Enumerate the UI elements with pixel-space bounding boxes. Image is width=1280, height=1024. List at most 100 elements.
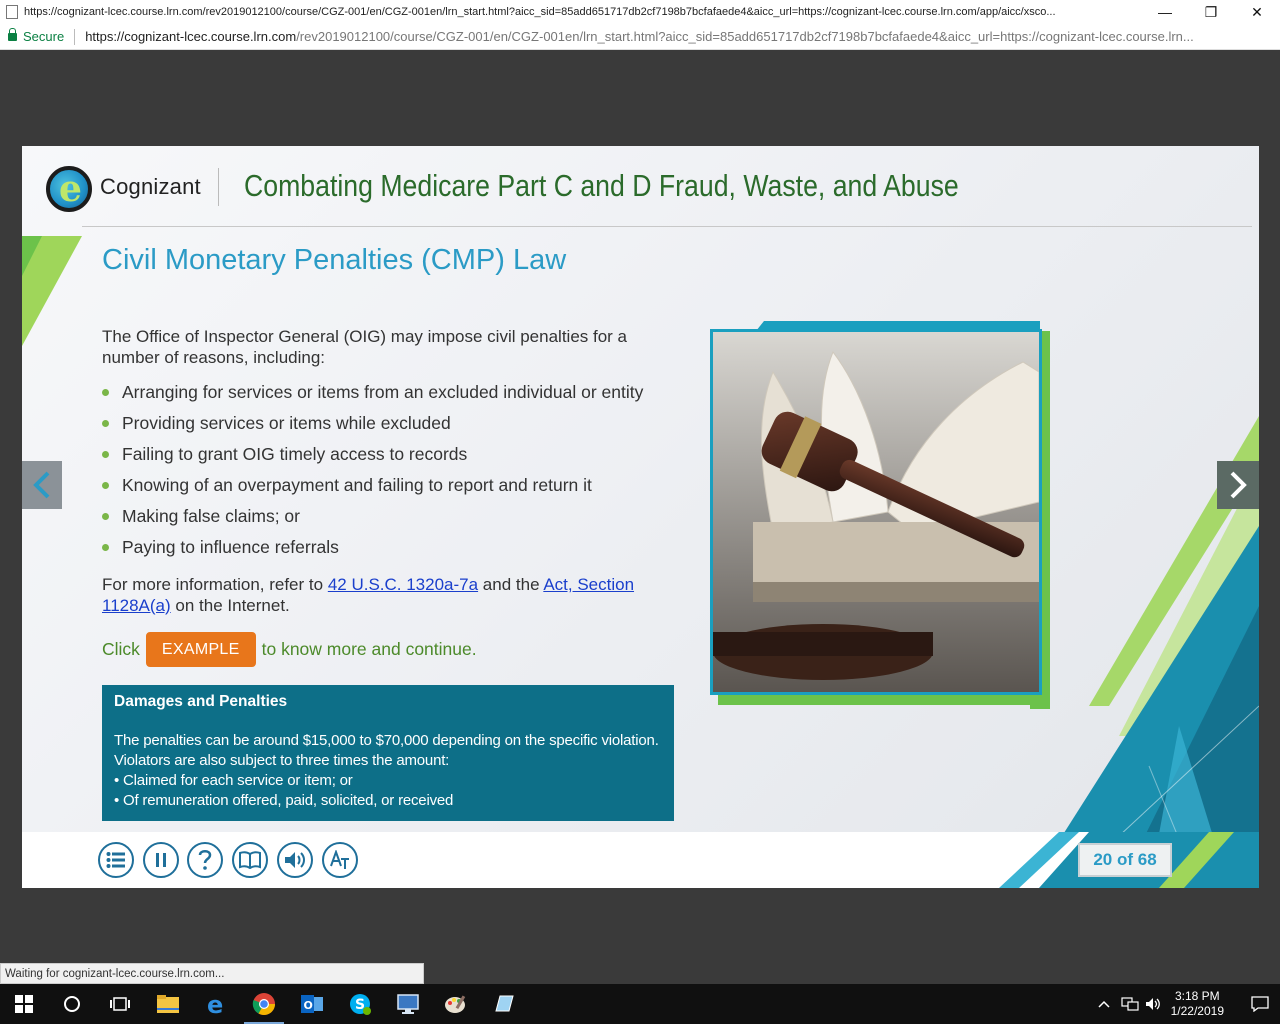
close-button[interactable]: ✕ xyxy=(1234,0,1280,24)
list-item-text: Arranging for services or items from an … xyxy=(122,382,644,402)
bullet-icon xyxy=(102,451,109,458)
bullet-icon xyxy=(102,482,109,489)
list-item: Making false claims; or xyxy=(102,501,702,532)
window-title-bar: https://cognizant-lcec.course.lrn.com/re… xyxy=(0,0,1280,24)
usc-link[interactable]: 42 U.S.C. 1320a-7a xyxy=(328,575,478,594)
list-item-text: Providing services or items while exclud… xyxy=(122,413,451,433)
chevron-up-icon[interactable] xyxy=(1097,999,1111,1009)
example-button[interactable]: EXAMPLE xyxy=(145,632,256,667)
cognizant-logo-icon: e xyxy=(46,166,92,212)
course-toolbar: 20 of 68 xyxy=(22,832,1259,888)
search-circle-icon xyxy=(64,996,80,1012)
chrome-icon xyxy=(252,993,275,1015)
skype-icon: S xyxy=(350,994,371,1015)
url-host: https://cognizant-lcec.course.lrn.com xyxy=(85,29,297,44)
list-item-text: Knowing of an overpayment and failing to… xyxy=(122,475,592,495)
bullet-icon xyxy=(102,513,109,520)
more-info-prefix: For more information, refer to xyxy=(102,575,328,594)
palette-icon xyxy=(445,995,466,1013)
network-icon[interactable] xyxy=(1121,996,1139,1012)
speaker-icon xyxy=(285,852,305,868)
minimize-button[interactable]: — xyxy=(1142,0,1188,24)
example-prompt: Click EXAMPLE to know more and continue. xyxy=(102,632,477,667)
damages-title: Damages and Penalties xyxy=(114,693,288,710)
pause-button[interactable] xyxy=(143,842,179,878)
paint-button[interactable] xyxy=(432,984,480,1024)
next-page-button[interactable] xyxy=(1217,461,1259,509)
damages-body: The penalties can be around $15,000 to $… xyxy=(114,732,659,769)
chevron-left-icon xyxy=(33,471,50,499)
header-separator xyxy=(218,168,219,206)
previous-page-button[interactable] xyxy=(22,461,62,509)
gavel-photo xyxy=(710,329,1042,695)
bullet-icon xyxy=(102,389,109,396)
list-item-text: Failing to grant OIG timely access to re… xyxy=(122,444,468,464)
task-view-button[interactable] xyxy=(96,984,144,1024)
course-header: e Cognizant Combating Medicare Part C an… xyxy=(22,146,1259,226)
audio-button[interactable] xyxy=(277,842,313,878)
svg-text:e: e xyxy=(207,992,223,1016)
gavel-photo-group xyxy=(710,321,1050,711)
page-icon xyxy=(6,5,18,19)
edge-icon: e xyxy=(207,992,223,1016)
restore-button[interactable]: ❐ xyxy=(1188,0,1234,24)
start-button[interactable] xyxy=(0,984,48,1024)
more-info-middle: and the xyxy=(478,575,544,594)
gavel-and-book-image xyxy=(713,332,1039,692)
monitor-icon xyxy=(397,994,419,1014)
url-path: /rev2019012100/course/CGZ-001/en/CGZ-001… xyxy=(296,29,1194,44)
click-suffix: to know more and continue. xyxy=(261,639,477,659)
menu-button[interactable] xyxy=(98,842,134,878)
lock-icon xyxy=(8,27,17,41)
search-button[interactable] xyxy=(48,984,96,1024)
more-info-suffix: on the Internet. xyxy=(170,596,290,615)
damages-panel: Damages and Penalties The penalties can … xyxy=(102,685,674,821)
windows-icon xyxy=(15,995,33,1013)
edge-button[interactable]: e xyxy=(192,984,240,1024)
text-size-button[interactable] xyxy=(322,842,358,878)
decorative-stripes-left xyxy=(22,236,82,346)
system-tray: 3:18 PM 1/22/2019 xyxy=(1097,984,1280,1024)
url-field[interactable]: https://cognizant-lcec.course.lrn.com/re… xyxy=(85,29,1194,44)
taskbar: e O S 3:18 PM 1/22/2019 xyxy=(0,984,1280,1024)
logo-text: Cognizant xyxy=(100,174,201,199)
secure-label[interactable]: Secure xyxy=(23,29,64,44)
list-item: Of remuneration offered, paid, solicited… xyxy=(114,791,662,811)
list-item: Failing to grant OIG timely access to re… xyxy=(102,439,702,470)
list-item: Claimed for each service or item; or xyxy=(114,771,662,791)
clock-time: 3:18 PM xyxy=(1174,989,1220,1003)
notification-icon xyxy=(1251,996,1269,1012)
outlook-icon: O xyxy=(301,995,323,1013)
list-item-text: Paying to influence referrals xyxy=(122,537,339,557)
intro-text: The Office of Inspector General (OIG) ma… xyxy=(102,327,628,367)
volume-icon[interactable] xyxy=(1145,996,1161,1012)
course-title: Combating Medicare Part C and D Fraud, W… xyxy=(244,168,959,203)
skype-button[interactable]: S xyxy=(336,984,384,1024)
file-explorer-button[interactable] xyxy=(144,984,192,1024)
list-item: Providing services or items while exclud… xyxy=(102,408,702,439)
help-button[interactable] xyxy=(187,842,223,878)
chrome-button[interactable] xyxy=(240,984,288,1024)
address-bar[interactable]: Secure https://cognizant-lcec.course.lrn… xyxy=(0,24,1280,50)
address-separator xyxy=(74,28,76,45)
more-info-text: For more information, refer to 42 U.S.C.… xyxy=(102,574,642,616)
remote-desktop-button[interactable] xyxy=(384,984,432,1024)
list-icon xyxy=(106,852,125,868)
notes-app-button[interactable] xyxy=(480,984,528,1024)
window-title: https://cognizant-lcec.course.lrn.com/re… xyxy=(24,6,1056,18)
reasons-list: Arranging for services or items from an … xyxy=(102,377,702,563)
glossary-button[interactable] xyxy=(232,842,268,878)
clock[interactable]: 3:18 PM 1/22/2019 xyxy=(1171,989,1224,1019)
notifications-button[interactable] xyxy=(1240,984,1280,1024)
click-prefix: Click xyxy=(102,639,140,659)
chevron-right-icon xyxy=(1230,471,1247,499)
outlook-button[interactable]: O xyxy=(288,984,336,1024)
damages-list: Claimed for each service or item; or Of … xyxy=(114,771,662,811)
bullet-icon xyxy=(102,544,109,551)
notes-icon xyxy=(495,995,514,1012)
page-counter: 20 of 68 xyxy=(1078,843,1172,877)
list-item: Knowing of an overpayment and failing to… xyxy=(102,470,702,501)
header-rule xyxy=(82,226,1252,227)
course-frame: e Cognizant Combating Medicare Part C an… xyxy=(22,146,1259,888)
task-view-icon xyxy=(110,997,130,1011)
